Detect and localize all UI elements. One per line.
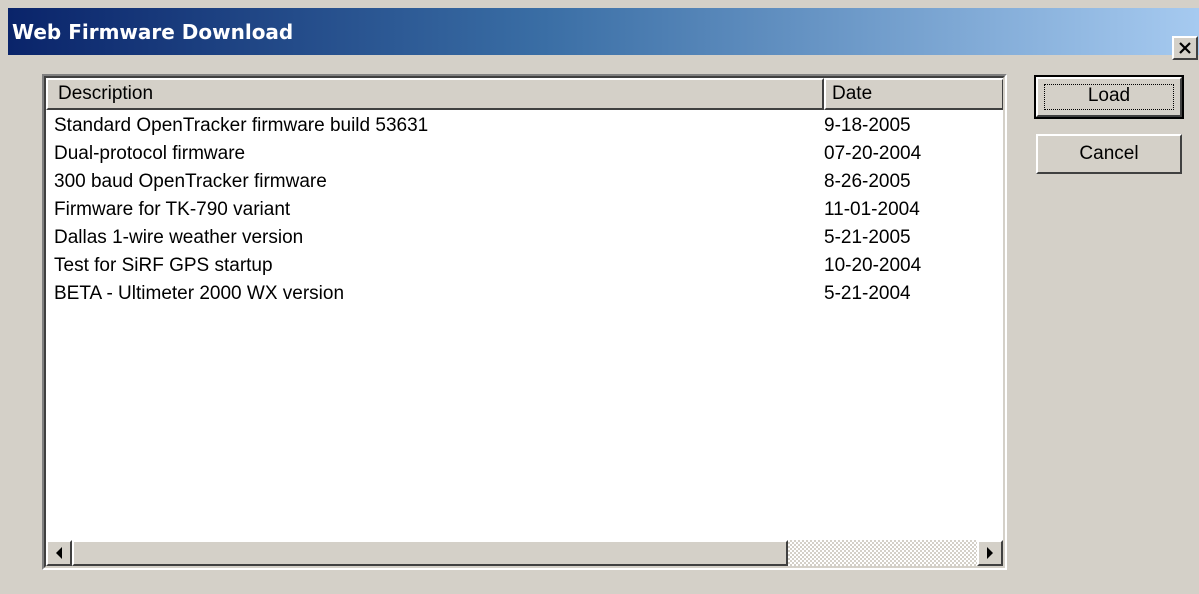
item-date: 11-01-2004 xyxy=(824,199,920,220)
item-description: Firmware for TK-790 variant xyxy=(54,199,291,220)
list-item[interactable]: Test for SiRF GPS startup 10-20-2004 xyxy=(46,252,1003,280)
list-item[interactable]: BETA - Ultimeter 2000 WX version 5-21-20… xyxy=(46,280,1003,308)
item-description: 300 baud OpenTracker firmware xyxy=(54,171,327,192)
item-date: 10-20-2004 xyxy=(824,255,922,276)
item-description: Test for SiRF GPS startup xyxy=(54,255,273,276)
item-description: Dual-protocol firmware xyxy=(54,143,246,164)
item-description: Standard OpenTracker firmware build 5363… xyxy=(54,115,429,136)
column-header-date[interactable]: Date xyxy=(824,78,1003,110)
title-bar[interactable]: Web Firmware Download xyxy=(8,8,1199,55)
item-description: Dallas 1-wire weather version xyxy=(54,227,304,248)
item-description: BETA - Ultimeter 2000 WX version xyxy=(54,283,345,304)
firmware-list[interactable]: Description Date Standard OpenTracker fi… xyxy=(42,74,1007,570)
list-item[interactable]: Firmware for TK-790 variant 11-01-2004 xyxy=(46,196,1003,224)
horizontal-scrollbar[interactable] xyxy=(46,540,1003,566)
window-title: Web Firmware Download xyxy=(12,20,294,44)
column-header-description[interactable]: Description xyxy=(46,78,824,110)
item-date: 5-21-2004 xyxy=(824,283,911,304)
cancel-button-label: Cancel xyxy=(1079,143,1139,164)
scroll-left-button[interactable] xyxy=(46,540,72,566)
list-item[interactable]: Standard OpenTracker firmware build 5363… xyxy=(46,112,1003,140)
list-item[interactable]: Dallas 1-wire weather version 5-21-2005 xyxy=(46,224,1003,252)
list-item[interactable]: Dual-protocol firmware 07-20-2004 xyxy=(46,140,1003,168)
scroll-right-button[interactable] xyxy=(977,540,1003,566)
scroll-thumb[interactable] xyxy=(72,540,788,566)
scroll-left-arrow-icon xyxy=(56,547,62,559)
load-button[interactable]: Load xyxy=(1034,75,1184,119)
firmware-download-dialog: Web Firmware Download Description Date S… xyxy=(0,0,1199,594)
firmware-rows: Standard OpenTracker firmware build 5363… xyxy=(46,112,1003,308)
scroll-track[interactable] xyxy=(788,540,977,566)
item-date: 07-20-2004 xyxy=(824,143,922,164)
item-date: 9-18-2005 xyxy=(824,115,911,136)
item-date: 5-21-2005 xyxy=(824,227,911,248)
scroll-right-arrow-icon xyxy=(987,547,993,559)
cancel-button[interactable]: Cancel xyxy=(1036,134,1182,174)
focus-rectangle xyxy=(1044,84,1174,110)
item-date: 8-26-2005 xyxy=(824,171,911,192)
close-icon xyxy=(1179,42,1191,54)
close-button[interactable] xyxy=(1172,36,1198,60)
list-item[interactable]: 300 baud OpenTracker firmware 8-26-2005 xyxy=(46,168,1003,196)
